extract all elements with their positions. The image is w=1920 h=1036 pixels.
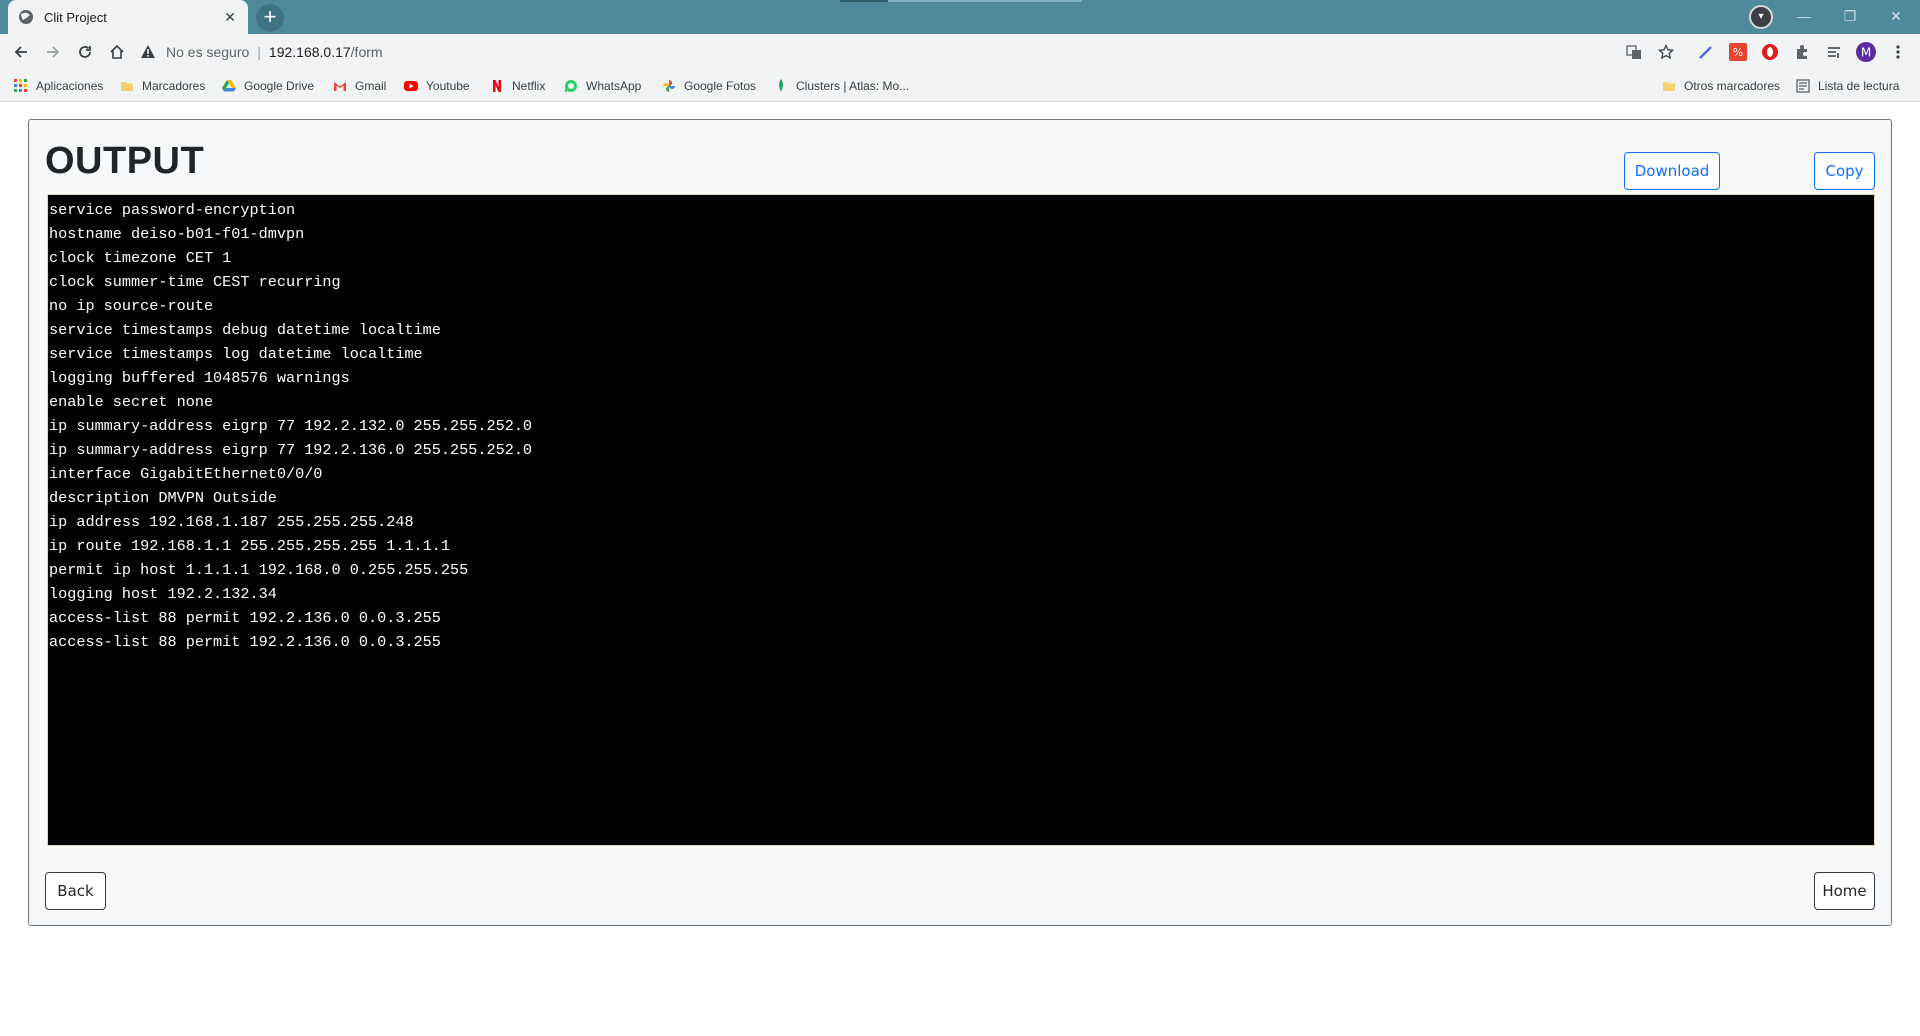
profile-avatar[interactable]: M [1856,42,1876,62]
output-line: access-list 88 permit 192.2.136.0 0.0.3.… [49,633,441,651]
output-line: no ip source-route [49,297,214,315]
url-path: /form [350,44,383,60]
bookmark-label: Youtube [426,79,470,93]
output-textarea[interactable]: service password-encryption hostname dei… [47,194,1875,846]
home-button[interactable]: Home [1814,872,1875,910]
url-separator: | [257,44,261,60]
output-line: ip address 192.168.1.187 255.255.255.248 [49,513,414,531]
forward-arrow-icon[interactable] [40,39,66,65]
bookmark-label: Gmail [355,79,387,93]
kebab-menu-icon[interactable] [1888,42,1908,62]
browser-toolbar: No es seguro | 192.168.0.17/form % M [0,34,1920,70]
download-button[interactable]: Download [1624,152,1720,190]
bookmark-gmail[interactable]: Gmail [333,76,386,96]
output-line: enable secret none [49,393,214,411]
reload-icon[interactable] [72,39,98,65]
google-photos-icon [663,80,675,92]
output-line: permit ip host 1.1.1.1 192.168.0 0.255.2… [49,561,469,579]
output-line: service password-encryption [49,201,296,219]
bookmark-youtube[interactable]: Youtube [404,76,470,96]
output-line: access-list 88 permit 192.2.136.0 0.0.3.… [49,609,441,627]
pen-extension-icon[interactable] [1696,42,1716,62]
page-title: OUTPUT [45,140,205,182]
back-button[interactable]: Back [45,872,106,910]
bookmark-label: Netflix [512,79,546,93]
output-line: service timestamps log datetime localtim… [49,345,423,363]
minimize-icon[interactable]: — [1788,5,1820,27]
gmail-icon [334,82,346,91]
output-card: OUTPUT Download Copy service password-en… [28,119,1892,926]
reading-mode-icon[interactable] [1824,42,1844,62]
translate-icon[interactable] [1624,42,1644,62]
browser-tab-strip: Clit Project ✕ + ▾ — ❐ ✕ [0,0,1920,34]
bookmark-star-icon[interactable] [1656,42,1676,62]
bookmark-google-fotos[interactable]: Google Fotos [662,76,756,96]
google-drive-icon [222,80,236,92]
netflix-icon [493,80,501,92]
bookmark-label: Lista de lectura [1818,79,1900,93]
output-line: ip route 192.168.1.1 255.255.255.255 1.1… [49,537,451,555]
bookmark-whatsapp[interactable]: WhatsApp [564,76,641,96]
address-bar[interactable]: No es seguro | 192.168.0.17/form [140,38,1640,66]
output-line: hostname deiso-b01-f01-dmvpn [49,225,305,243]
bookmark-marcadores[interactable]: Marcadores [120,76,205,96]
url-host: 192.168.0.17 [268,44,351,60]
bookmark-apps[interactable]: Aplicaciones [14,76,103,96]
back-arrow-icon[interactable] [8,39,34,65]
tab-title: Clit Project [44,9,107,25]
svg-text:%: % [1733,46,1743,59]
output-line: description DMVPN Outside [49,489,277,507]
output-line: service timestamps debug datetime localt… [49,321,441,339]
bookmark-clusters-atlas[interactable]: Clusters | Atlas: Mo... [774,76,909,96]
bookmark-label: Otros marcadores [1684,79,1781,93]
output-line: clock timezone CET 1 [49,249,232,267]
bookmark-label: Google Drive [244,79,315,93]
security-status: No es seguro [166,44,250,60]
bookmark-label: Aplicaciones [36,79,104,93]
extensions-puzzle-icon[interactable] [1792,42,1812,62]
mongodb-leaf-icon [779,79,783,92]
globe-icon [19,10,33,24]
output-line: logging buffered 1048576 warnings [49,369,350,387]
bookmark-google-drive[interactable]: Google Drive [222,76,314,96]
opera-extension-icon[interactable] [1760,42,1780,62]
home-icon[interactable] [104,39,130,65]
svg-text:M: M [1861,46,1871,60]
bookmark-label: Marcadores [142,79,206,93]
output-line: ip summary-address eigrp 77 192.2.132.0 … [49,417,533,435]
apps-grid-icon [14,79,27,92]
restore-icon[interactable]: ❐ [1834,5,1866,27]
output-line: ip summary-address eigrp 77 192.2.136.0 … [49,441,533,459]
new-tab-button[interactable]: + [256,4,284,32]
reading-list[interactable]: Lista de lectura [1796,76,1899,96]
copy-button[interactable]: Copy [1814,152,1875,190]
bookmark-label: Clusters | Atlas: Mo... [796,79,910,93]
browser-tab[interactable]: Clit Project ✕ [8,0,248,34]
tab-search-icon[interactable]: ▾ [1749,5,1773,29]
bookmark-otros-marcadores[interactable]: Otros marcadores [1662,76,1780,96]
output-line: interface GigabitEthernet0/0/0 [49,465,323,483]
reading-list-icon [1796,79,1810,93]
tab-strip-indicator-dark [840,0,888,2]
output-line: clock summer-time CEST recurring [49,273,341,291]
bookmark-label: Google Fotos [684,79,757,93]
bookmark-netflix[interactable]: Netflix [490,76,545,96]
folder-icon [1663,82,1675,91]
warning-icon [141,45,155,58]
youtube-icon [404,81,418,91]
whatsapp-icon [564,80,577,93]
folder-icon [121,82,133,91]
bookmark-label: WhatsApp [586,79,642,93]
close-tab-icon[interactable]: ✕ [222,9,238,26]
window-close-icon[interactable]: ✕ [1880,5,1912,27]
output-line: logging host 192.2.132.34 [49,585,277,603]
bookmarks-bar: Aplicaciones Marcadores Google Drive Gma… [0,70,1920,102]
percent-extension-icon[interactable]: % [1728,42,1748,62]
